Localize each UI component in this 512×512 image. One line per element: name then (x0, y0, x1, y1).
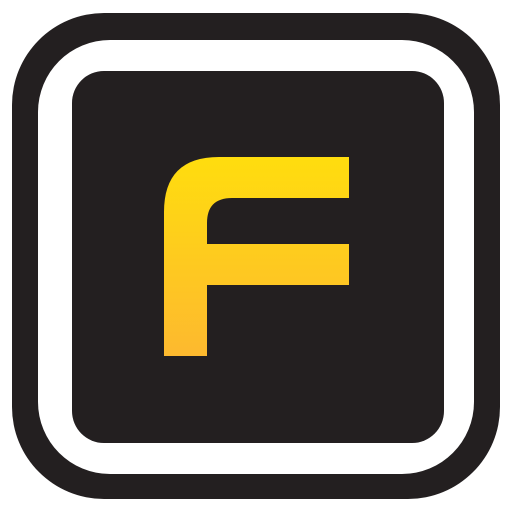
app-icon (12, 13, 500, 499)
app-icon-canvas (0, 0, 512, 512)
